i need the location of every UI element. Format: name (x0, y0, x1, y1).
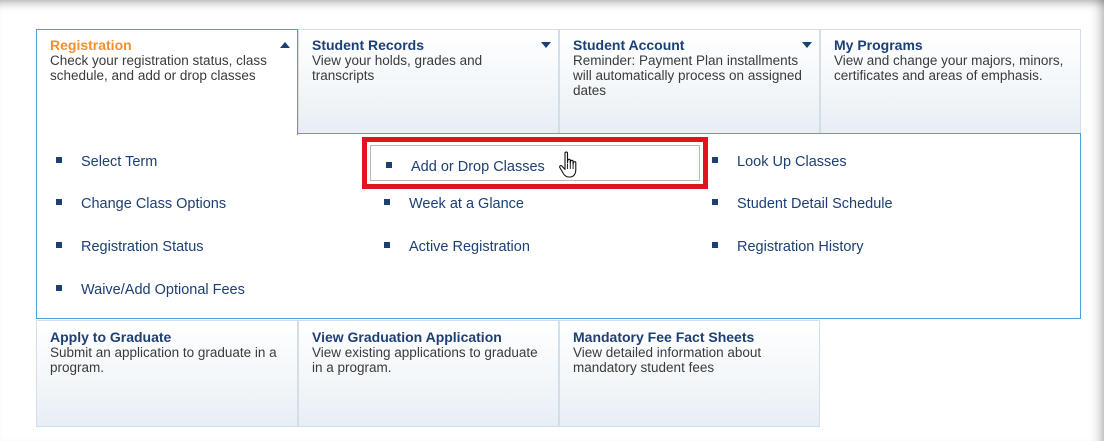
square-bullet-icon (56, 285, 62, 292)
tile-apply-to-graduate-desc: Submit an application to graduate in a p… (50, 345, 277, 375)
menu-link-week-at-a-glance[interactable]: Week at a Glance (384, 195, 524, 213)
square-bullet-icon (712, 242, 718, 249)
menu-link-label[interactable]: Active Registration (409, 239, 530, 255)
hand-pointer-icon (559, 151, 577, 178)
menu-link-label[interactable]: Look Up Classes (737, 154, 847, 170)
menu-link-add-drop-inner[interactable]: Add or Drop Classes (386, 158, 545, 176)
tile-registration-desc: Check your registration status, class sc… (50, 53, 267, 83)
menu-link-select-term[interactable]: Select Term (56, 153, 157, 171)
triangle-down-icon[interactable] (802, 42, 812, 48)
menu-link-waive-add-fees[interactable]: Waive/Add Optional Fees (56, 281, 245, 299)
tile-student-account[interactable]: Student Account Reminder: Payment Plan i… (559, 29, 820, 134)
menu-link-add-drop-classes[interactable]: Add or Drop Classes (370, 145, 700, 181)
square-bullet-icon (386, 162, 392, 169)
square-bullet-icon (712, 199, 718, 206)
menu-link-label[interactable]: Waive/Add Optional Fees (81, 282, 245, 298)
tile-mandatory-fee-fact-sheets[interactable]: Mandatory Fee Fact Sheets View detailed … (559, 320, 820, 427)
menu-link-label[interactable]: Select Term (81, 154, 157, 170)
menu-link-label[interactable]: Change Class Options (81, 196, 226, 212)
tile-my-programs[interactable]: My Programs View and change your majors,… (820, 29, 1081, 134)
menu-link-change-class-options[interactable]: Change Class Options (56, 195, 226, 213)
triangle-up-icon[interactable] (280, 42, 290, 48)
menu-link-label[interactable]: Add or Drop Classes (411, 159, 545, 175)
tile-view-graduation-application-desc: View existing applications to graduate i… (312, 345, 538, 375)
tile-student-account-title[interactable]: Student Account (573, 38, 807, 53)
highlight-box: Add or Drop Classes (362, 137, 708, 189)
tile-student-account-desc: Reminder: Payment Plan installments will… (573, 53, 802, 98)
tile-apply-to-graduate[interactable]: Apply to Graduate Submit an application … (36, 320, 298, 427)
square-bullet-icon (56, 199, 62, 206)
square-bullet-icon (384, 199, 390, 206)
menu-link-label[interactable]: Week at a Glance (409, 196, 524, 212)
tile-mandatory-fee-fact-sheets-title[interactable]: Mandatory Fee Fact Sheets (573, 330, 807, 345)
tile-student-records-desc: View your holds, grades and transcripts (312, 53, 483, 83)
menu-link-look-up-classes[interactable]: Look Up Classes (712, 153, 847, 171)
tile-registration[interactable]: Registration Check your registration sta… (36, 29, 298, 135)
tile-view-graduation-application-title[interactable]: View Graduation Application (312, 330, 546, 345)
menu-link-label[interactable]: Registration Status (81, 239, 204, 255)
tile-student-records-title[interactable]: Student Records (312, 38, 546, 53)
square-bullet-icon (384, 242, 390, 249)
square-bullet-icon (56, 157, 62, 164)
menu-link-registration-status[interactable]: Registration Status (56, 238, 204, 256)
square-bullet-icon (712, 157, 718, 164)
tile-registration-title[interactable]: Registration (50, 38, 285, 53)
page: Registration Check your registration sta… (0, 0, 1104, 441)
tile-apply-to-graduate-title[interactable]: Apply to Graduate (50, 330, 285, 345)
tile-mandatory-fee-fact-sheets-desc: View detailed information about mandator… (573, 345, 762, 375)
tile-my-programs-desc: View and change your majors, minors, cer… (834, 53, 1064, 83)
square-bullet-icon (56, 242, 62, 249)
menu-link-registration-history[interactable]: Registration History (712, 238, 864, 256)
triangle-down-icon[interactable] (541, 42, 551, 48)
tile-view-graduation-application[interactable]: View Graduation Application View existin… (298, 320, 559, 427)
menu-link-label[interactable]: Student Detail Schedule (737, 196, 893, 212)
tile-student-records[interactable]: Student Records View your holds, grades … (298, 29, 559, 134)
menu-link-active-registration[interactable]: Active Registration (384, 238, 530, 256)
menu-link-label[interactable]: Registration History (737, 239, 864, 255)
menu-link-student-detail-schedule[interactable]: Student Detail Schedule (712, 195, 893, 213)
tile-my-programs-title[interactable]: My Programs (834, 38, 1068, 53)
